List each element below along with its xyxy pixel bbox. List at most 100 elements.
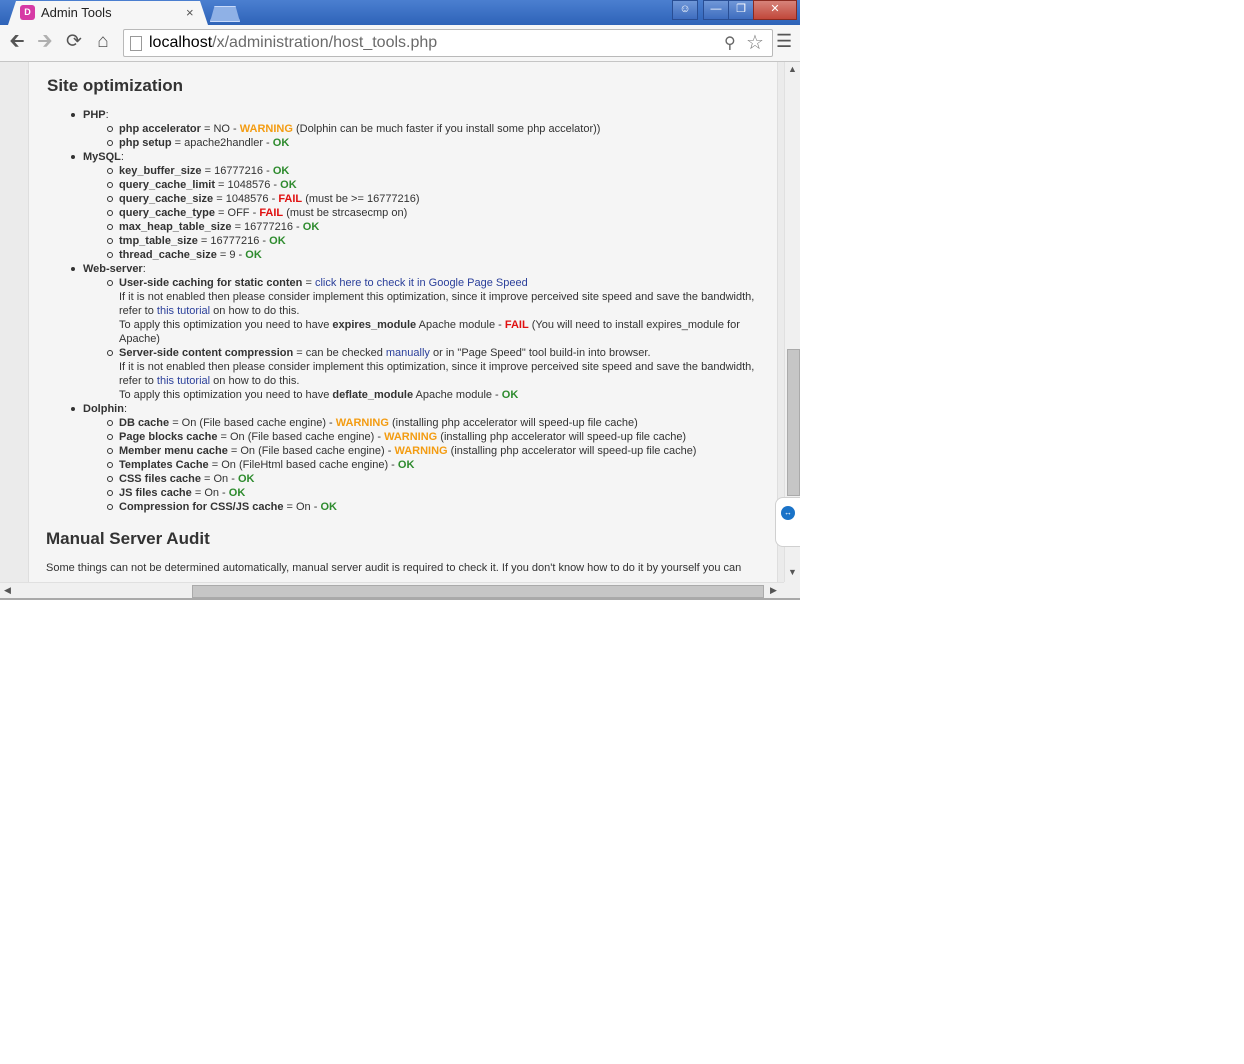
check-css-files-cache: CSS files cache = On - OK <box>106 472 255 486</box>
check-note: (installing php accelerator will speed-u… <box>388 417 638 429</box>
check-name: User-side caching for static conten <box>119 277 303 289</box>
check-key-buffer-size: key_buffer_size = 16777216 - OK <box>106 164 289 178</box>
status-badge: OK <box>320 501 337 513</box>
teamviewer-widget[interactable]: ↔ <box>775 497 800 547</box>
check-value: = On - <box>191 487 229 499</box>
scroll-up-arrow-icon[interactable]: ▲ <box>788 64 797 74</box>
check-thread-cache-size: thread_cache_size = 9 - OK <box>107 248 262 262</box>
compression-tutorial-line: refer to this tutorial on how to do this… <box>119 374 299 388</box>
minimize-window-icon[interactable]: — <box>703 0 729 20</box>
status-badge: OK <box>501 389 519 401</box>
status-badge: OK <box>280 179 297 191</box>
close-window-icon[interactable]: ✕ <box>753 0 797 20</box>
horizontal-scroll-thumb[interactable] <box>192 585 764 598</box>
check-name: query_cache_size <box>119 193 214 205</box>
group-label: Dolphin <box>83 403 124 415</box>
address-bar[interactable]: localhost/x/administration/host_tools.ph… <box>123 29 773 57</box>
check-note: (installing php accelerator will speed-u… <box>437 431 687 443</box>
status-badge: OK <box>272 137 290 149</box>
check-note: (Dolphin can be much faster if you insta… <box>292 123 601 135</box>
teamviewer-icon: ↔ <box>781 506 795 520</box>
check-name: thread_cache_size <box>119 249 217 261</box>
module-name: expires_module <box>332 319 417 331</box>
check-value: = On (File based cache engine) - <box>217 431 385 443</box>
forward-arrow-icon[interactable]: 🡲 <box>34 31 56 53</box>
title-bar: D Admin Tools × ☺ — ❐ ✕ <box>0 0 800 25</box>
text: on how to do this. <box>210 375 300 387</box>
scroll-left-arrow-icon[interactable]: ◀ <box>4 585 11 596</box>
check-js-files-cache: JS files cache = On - OK <box>106 486 245 500</box>
tab-title: Admin Tools <box>41 5 112 20</box>
check-php-setup: php setup = apache2handler - OK <box>106 136 290 150</box>
check-name: tmp_table_size <box>119 235 198 247</box>
compression-description: If it is not enabled then please conside… <box>119 361 755 373</box>
user-profile-icon[interactable]: ☺ <box>672 0 698 20</box>
check-note: (must be strcasecmp on) <box>283 207 408 219</box>
compression-tutorial-link[interactable]: this tutorial <box>157 375 210 387</box>
manual-server-audit-heading: Manual Server Audit <box>46 529 210 548</box>
check-name: JS files cache <box>119 487 192 499</box>
check-php-accelerator: php accelerator = NO - WARNING (Dolphin … <box>106 122 601 136</box>
text: or in "Page Speed" tool build-in into br… <box>429 347 651 359</box>
check-name: query_cache_limit <box>119 179 215 191</box>
caching-module-line: To apply this optimization you need to h… <box>119 318 740 332</box>
check-query-cache-size: query_cache_size = 1048576 - FAIL (must … <box>107 192 420 206</box>
vertical-scroll-thumb[interactable] <box>787 349 800 496</box>
zoom-magnifier-icon[interactable]: ⚲ <box>724 33 736 53</box>
scroll-down-arrow-icon[interactable]: ▼ <box>788 567 797 577</box>
check-templates-cache: Templates Cache = On (FileHtml based cac… <box>106 458 414 472</box>
status-badge: OK <box>237 473 255 485</box>
manual-audit-text: Some things can not be determined automa… <box>46 562 742 574</box>
caching-tutorial-link[interactable]: this tutorial <box>157 305 210 317</box>
check-server-side-compression: Server-side content compression = can be… <box>107 346 651 360</box>
status-badge: WARNING <box>239 123 293 135</box>
check-member-menu-cache: Member menu cache = On (File based cache… <box>106 444 696 458</box>
chrome-menu-icon[interactable]: ☰ <box>776 31 792 52</box>
scroll-right-arrow-icon[interactable]: ▶ <box>770 585 777 596</box>
check-value: = <box>302 277 315 289</box>
check-name: key_buffer_size <box>119 165 202 177</box>
restore-window-icon[interactable]: ❐ <box>728 0 754 20</box>
horizontal-scrollbar[interactable]: ◀ ▶ <box>0 582 784 599</box>
group-label: MySQL <box>83 151 121 163</box>
status-badge: WARNING <box>335 417 389 429</box>
window-bottom-border <box>0 598 800 600</box>
back-arrow-icon[interactable]: 🡰 <box>6 31 28 53</box>
check-name: Compression for CSS/JS cache <box>119 501 284 513</box>
reload-icon[interactable]: ⟳ <box>63 31 85 53</box>
new-tab-button[interactable] <box>210 6 240 22</box>
check-name: Templates Cache <box>119 459 209 471</box>
content-panel: Site optimization PHP: php accelerator =… <box>28 62 778 582</box>
check-value: = NO - <box>200 123 240 135</box>
check-name: DB cache <box>119 417 170 429</box>
text: Apache module - <box>416 319 505 331</box>
check-name: php accelerator <box>119 123 201 135</box>
status-badge: WARNING <box>394 445 448 457</box>
group-php: PHP: <box>71 109 109 121</box>
check-value: = On - <box>200 473 238 485</box>
check-db-cache: DB cache = On (File based cache engine) … <box>107 416 638 430</box>
site-optimization-heading: Site optimization <box>47 76 183 95</box>
dolphin-favicon-icon: D <box>20 5 35 20</box>
scrollbar-corner <box>784 582 800 598</box>
check-name: max_heap_table_size <box>119 221 232 233</box>
tab-close-icon[interactable]: × <box>186 5 194 20</box>
google-page-speed-link[interactable]: click here to check it in Google Page Sp… <box>315 277 528 289</box>
check-query-cache-limit: query_cache_limit = 1048576 - OK <box>107 178 297 192</box>
text: To apply this optimization you need to h… <box>119 319 333 331</box>
url-host: localhost <box>149 34 213 51</box>
check-value: = 1048576 - <box>213 193 279 205</box>
url-text[interactable]: localhost/x/administration/host_tools.ph… <box>149 34 437 52</box>
status-badge: FAIL <box>278 193 303 205</box>
check-user-side-caching: User-side caching for static conten = cl… <box>107 276 528 290</box>
bookmark-star-icon[interactable]: ☆ <box>746 30 764 55</box>
page-viewport: Site optimization PHP: php accelerator =… <box>0 62 784 582</box>
check-value: = can be checked <box>293 347 386 359</box>
check-tmp-table-size: tmp_table_size = 16777216 - OK <box>107 234 286 248</box>
home-icon[interactable]: ⌂ <box>92 31 114 53</box>
check-note: (must be >= 16777216) <box>302 193 420 205</box>
manually-link[interactable]: manually <box>386 347 430 359</box>
check-value: = 1048576 - <box>215 179 281 191</box>
check-value: = On (File based cache engine) - <box>227 445 395 457</box>
check-value: = On - <box>283 501 321 513</box>
